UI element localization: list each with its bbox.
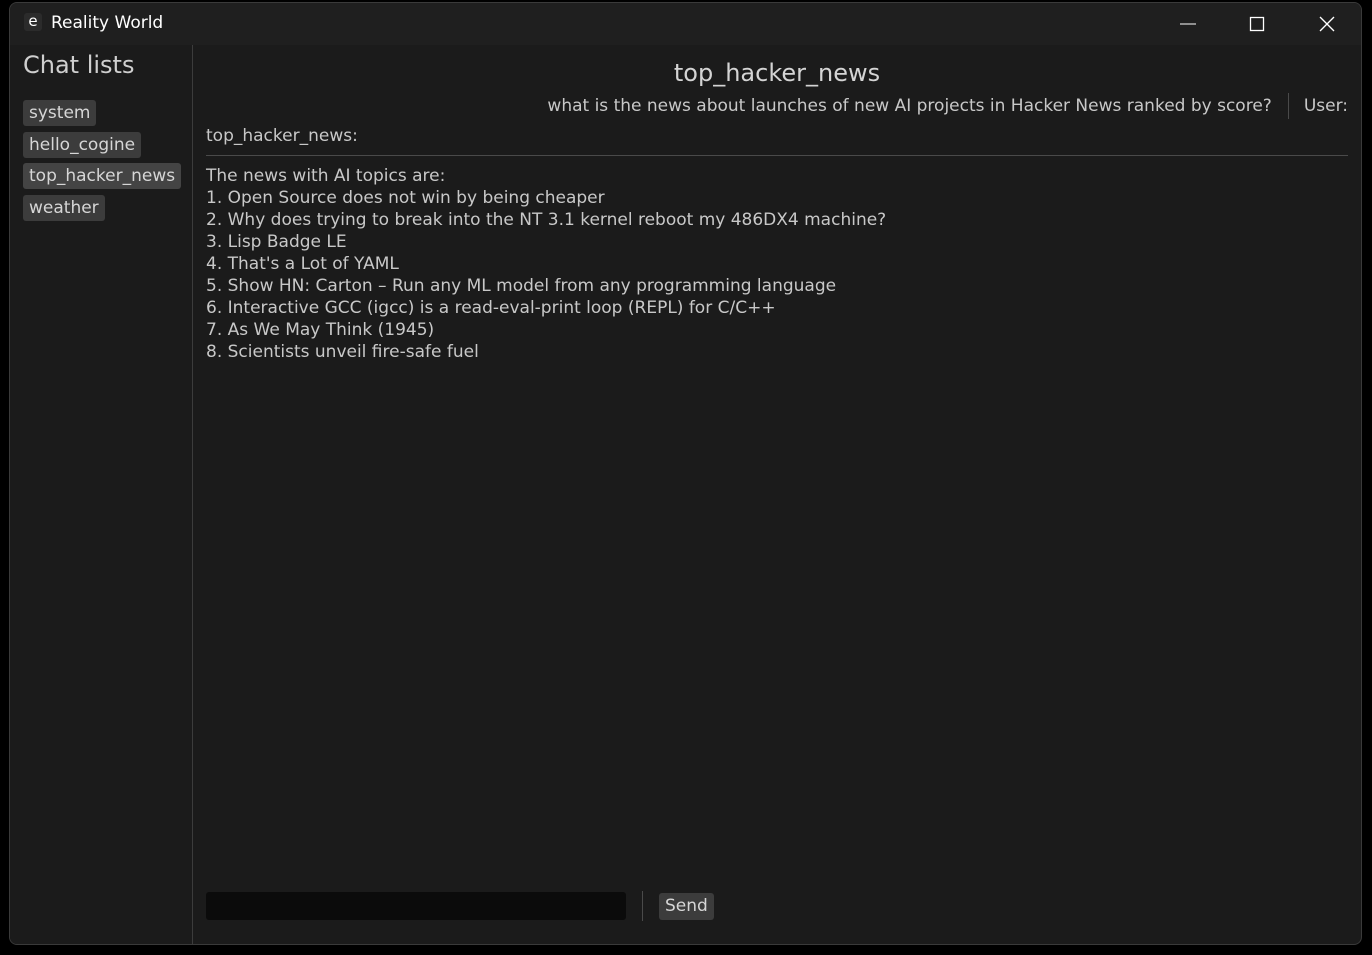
close-icon — [1319, 16, 1335, 32]
user-separator — [1287, 93, 1289, 119]
sidebar-title: Chat lists — [23, 51, 135, 79]
response-line: The news with AI topics are: — [206, 166, 446, 186]
response-line: 3. Lisp Badge LE — [206, 232, 347, 252]
app-icon: e — [24, 13, 42, 31]
maximize-icon — [1249, 16, 1265, 32]
sidebar-item-weather[interactable]: weather — [23, 195, 105, 221]
bot-label: top_hacker_news: — [206, 126, 358, 146]
maximize-button[interactable] — [1222, 3, 1292, 45]
minimize-button[interactable] — [1153, 3, 1223, 45]
bot-response: The news with AI topics are: 1. Open Sou… — [206, 165, 1348, 363]
response-line: 4. That's a Lot of YAML — [206, 254, 399, 274]
response-line: 6. Interactive GCC (igcc) is a read-eval… — [206, 298, 776, 318]
response-line: 2. Why does trying to break into the NT … — [206, 210, 887, 230]
window-title: Reality World — [51, 13, 164, 33]
sidebar-item-system[interactable]: system — [23, 100, 97, 126]
chat-title: top_hacker_news — [673, 59, 881, 87]
response-line: 7. As We May Think (1945) — [206, 320, 435, 340]
user-message-row: what is the news about launches of new A… — [547, 93, 1348, 119]
sidebar-item-top-hacker-news[interactable]: top_hacker_news — [23, 163, 182, 189]
sidebar-item-hello-cogine[interactable]: hello_cogine — [23, 132, 142, 158]
input-separator — [642, 891, 643, 921]
user-label: User: — [1303, 96, 1348, 116]
chat-panel: top_hacker_news what is the news about l… — [193, 45, 1361, 944]
response-line: 5. Show HN: Carton – Run any ML model fr… — [206, 276, 837, 296]
response-line: 8. Scientists unveil fire-safe fuel — [206, 342, 479, 362]
sidebar: Chat lists system hello_cogine top_hacke… — [10, 45, 193, 944]
app-window: e Reality World Chat lists system hello_… — [9, 2, 1362, 945]
message-input[interactable] — [206, 892, 626, 920]
user-message: what is the news about launches of new A… — [547, 96, 1272, 116]
message-divider — [206, 155, 1348, 156]
minimize-icon — [1180, 23, 1196, 25]
response-line: 1. Open Source does not win by being che… — [206, 188, 605, 208]
send-button[interactable]: Send — [659, 893, 714, 920]
title-bar[interactable]: e Reality World — [10, 3, 1361, 45]
close-button[interactable] — [1292, 3, 1361, 45]
